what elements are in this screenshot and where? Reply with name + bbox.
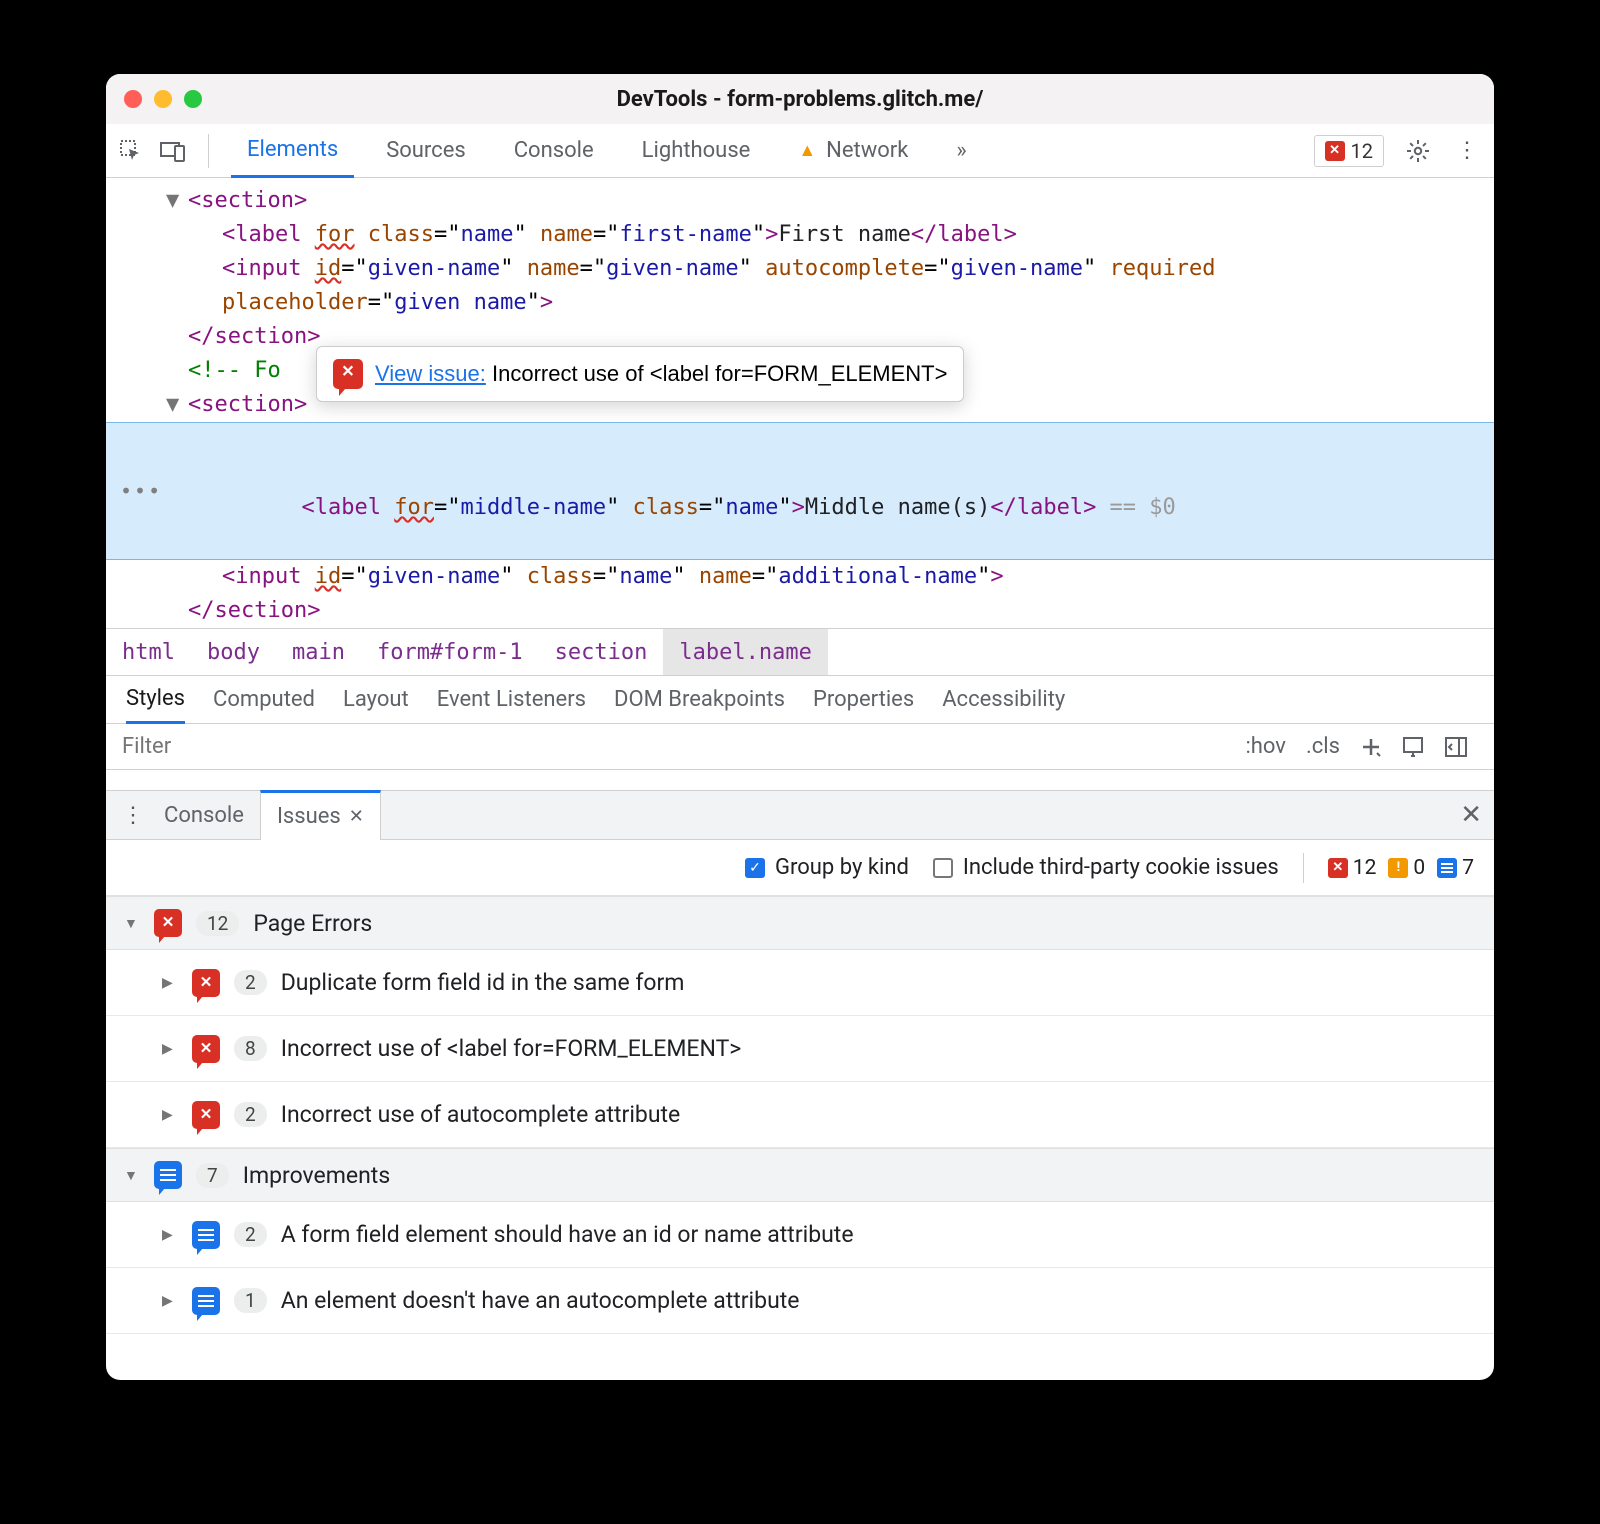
improvement-icon — [154, 1161, 182, 1189]
improvement-icon — [192, 1287, 220, 1315]
error-count-badge[interactable]: ✕ 12 — [1314, 135, 1384, 167]
issues-list: ▼ ✕ 12 Page Errors ▶ ✕ 2 Duplicate form … — [106, 896, 1494, 1380]
dom-node[interactable]: <input id="given-name" name="given-name"… — [106, 252, 1494, 286]
chevron-down-icon[interactable]: ▼ — [124, 1167, 140, 1184]
category-page-errors[interactable]: ▼ ✕ 12 Page Errors — [106, 896, 1494, 950]
styles-filterbar: :hov .cls — [106, 724, 1494, 770]
crumb-form[interactable]: form#form-1 — [361, 629, 539, 675]
chevron-right-icon[interactable]: ▶ — [162, 1041, 178, 1057]
warning-icon: ! — [1388, 858, 1408, 878]
main-tabbar: Elements Sources Console Lighthouse ▲Net… — [106, 124, 1494, 178]
crumb-body[interactable]: body — [191, 629, 276, 675]
dom-node[interactable]: <label for class="name" name="first-name… — [106, 218, 1494, 252]
chevron-right-icon[interactable]: ▶ — [162, 1293, 178, 1309]
issue-counts: ✕12 !0 7 — [1328, 856, 1474, 880]
subtab-layout[interactable]: Layout — [343, 676, 409, 724]
issue-row[interactable]: ▶ ✕ 8 Incorrect use of <label for=FORM_E… — [106, 1016, 1494, 1082]
issue-row[interactable]: ▶ ✕ 2 Duplicate form field id in the sam… — [106, 950, 1494, 1016]
chevron-right-icon[interactable]: ▶ — [162, 1227, 178, 1243]
crumb-label[interactable]: label.name — [663, 629, 827, 675]
tab-lighthouse[interactable]: Lighthouse — [626, 124, 767, 178]
close-window-icon[interactable] — [124, 90, 142, 108]
dom-node[interactable]: placeholder="given name"> — [106, 286, 1494, 320]
group-by-kind-checkbox[interactable]: ✓Group by kind — [745, 855, 909, 880]
dom-node[interactable]: <input id="given-name" class="name" name… — [106, 560, 1494, 594]
subtab-properties[interactable]: Properties — [813, 676, 914, 724]
drawer-tab-console[interactable]: Console — [148, 790, 260, 840]
dom-tree: ▼<section> <label for class="name" name=… — [106, 178, 1494, 628]
issue-row[interactable]: ▶ 1 An element doesn't have an autocompl… — [106, 1268, 1494, 1334]
tab-network[interactable]: ▲Network — [782, 124, 924, 178]
error-icon: ✕ — [192, 969, 220, 997]
dom-node[interactable]: ▼<section> — [106, 184, 1494, 218]
checkbox-checked-icon: ✓ — [745, 858, 765, 878]
devtools-window: DevTools - form-problems.glitch.me/ Elem… — [106, 74, 1494, 1380]
issue-row[interactable]: ▶ ✕ 2 Incorrect use of autocomplete attr… — [106, 1082, 1494, 1148]
selection-marker-icon: ••• — [120, 423, 162, 559]
subtab-accessibility[interactable]: Accessibility — [942, 676, 1065, 724]
tab-console[interactable]: Console — [498, 124, 610, 178]
error-icon: ✕ — [192, 1101, 220, 1129]
cls-toggle[interactable]: .cls — [1296, 734, 1350, 759]
computed-panel-icon[interactable] — [1392, 736, 1434, 758]
error-icon: ✕ — [1328, 858, 1348, 878]
drawer-kebab-icon[interactable]: ⋮ — [118, 799, 148, 832]
dom-node-selected[interactable]: ••• <label for="middle-name" class="name… — [106, 422, 1494, 560]
settings-icon[interactable] — [1402, 135, 1434, 167]
breadcrumbs: html body main form#form-1 section label… — [106, 628, 1494, 676]
kebab-menu-icon[interactable]: ⋮ — [1452, 134, 1482, 167]
drawer-close-icon[interactable]: ✕ — [1460, 800, 1482, 830]
subtab-event-listeners[interactable]: Event Listeners — [437, 676, 586, 724]
error-icon: ✕ — [333, 359, 363, 389]
drawer-tab-issues[interactable]: Issues ✕ — [260, 790, 381, 840]
dom-node[interactable]: </section> — [106, 594, 1494, 628]
error-icon: ✕ — [154, 909, 182, 937]
hov-toggle[interactable]: :hov — [1235, 734, 1296, 759]
issue-tooltip: ✕ View issue: Incorrect use of <label fo… — [316, 346, 964, 402]
third-party-cookies-checkbox[interactable]: Include third-party cookie issues — [933, 855, 1279, 880]
category-improvements[interactable]: ▼ 7 Improvements — [106, 1148, 1494, 1202]
tab-elements[interactable]: Elements — [231, 124, 354, 178]
chevron-right-icon[interactable]: ▶ — [162, 1107, 178, 1123]
more-tabs-icon[interactable]: » — [940, 124, 982, 178]
subtab-dom-breakpoints[interactable]: DOM Breakpoints — [614, 676, 785, 724]
crumb-main[interactable]: main — [276, 629, 361, 675]
device-toolbar-icon[interactable] — [160, 138, 186, 164]
minimize-window-icon[interactable] — [154, 90, 172, 108]
checkbox-unchecked-icon — [933, 858, 953, 878]
new-rule-icon[interactable] — [1350, 736, 1392, 758]
warning-icon: ▲ — [798, 140, 816, 161]
styles-filter-input[interactable] — [122, 734, 1235, 759]
styles-tabbar: Styles Computed Layout Event Listeners D… — [106, 676, 1494, 724]
crumb-html[interactable]: html — [106, 629, 191, 675]
improvement-icon — [192, 1221, 220, 1249]
subtab-computed[interactable]: Computed — [213, 676, 315, 724]
subtab-styles[interactable]: Styles — [126, 676, 185, 724]
view-issue-link[interactable]: View issue: — [375, 361, 486, 386]
window-title: DevTools - form-problems.glitch.me/ — [106, 87, 1494, 112]
zoom-window-icon[interactable] — [184, 90, 202, 108]
issues-options: ✓Group by kind Include third-party cooki… — [106, 840, 1494, 896]
chevron-down-icon[interactable]: ▼ — [124, 915, 140, 932]
tab-sources[interactable]: Sources — [370, 124, 482, 178]
titlebar: DevTools - form-problems.glitch.me/ — [106, 74, 1494, 124]
chevron-right-icon[interactable]: ▶ — [162, 975, 178, 991]
issue-row[interactable]: ▶ 2 A form field element should have an … — [106, 1202, 1494, 1268]
error-icon: ✕ — [192, 1035, 220, 1063]
inspect-element-icon[interactable] — [118, 138, 144, 164]
drawer-tabbar: ⋮ Console Issues ✕ ✕ — [106, 790, 1494, 840]
crumb-section[interactable]: section — [539, 629, 664, 675]
info-icon — [1437, 858, 1457, 878]
traffic-lights — [124, 90, 202, 108]
error-icon: ✕ — [1325, 141, 1345, 161]
toggle-sidebar-icon[interactable] — [1434, 736, 1478, 758]
close-tab-icon[interactable]: ✕ — [349, 806, 364, 827]
